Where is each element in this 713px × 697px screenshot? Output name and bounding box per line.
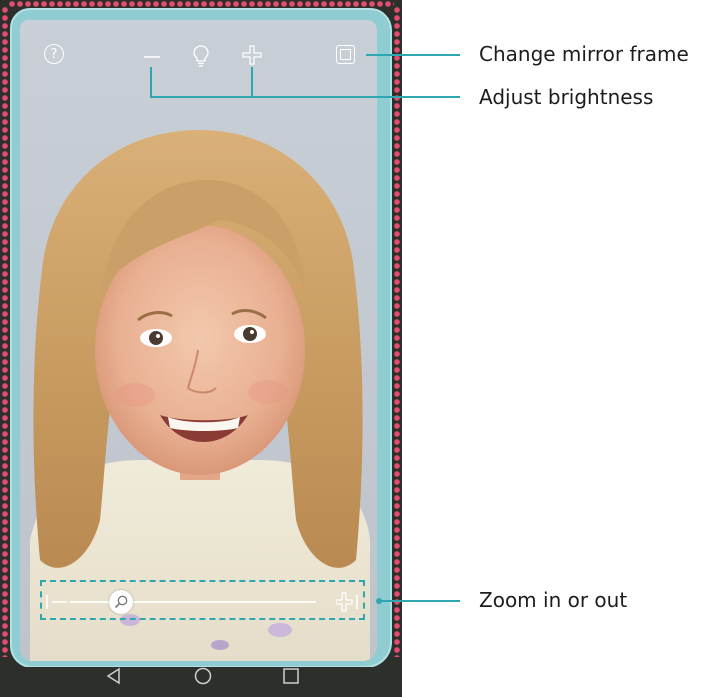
callout-line-brightness-right	[251, 67, 253, 98]
zoom-slider-track[interactable]	[70, 601, 316, 603]
callout-line-zoom	[379, 600, 460, 602]
mirror-view	[20, 20, 377, 661]
callout-line-brightness	[150, 96, 460, 98]
recent-square-icon	[283, 668, 299, 684]
callout-adjust-brightness: Adjust brightness	[479, 85, 654, 109]
zoom-highlight-box	[40, 580, 365, 620]
frame-dots-right	[393, 6, 401, 657]
mirror-reflection	[30, 129, 370, 661]
brightness-decrease-button[interactable]	[142, 46, 162, 66]
zoom-slider-knob[interactable]	[109, 590, 133, 614]
home-circle-icon	[194, 667, 212, 685]
help-button[interactable]: ?	[44, 44, 64, 64]
zoom-out-button[interactable]	[46, 591, 68, 613]
zoom-plus-icon	[336, 592, 358, 612]
question-circle-icon: ?	[50, 46, 58, 62]
callout-zoom: Zoom in or out	[479, 588, 628, 612]
callout-line-frame	[366, 54, 460, 56]
change-frame-button[interactable]	[336, 45, 355, 64]
frame-dots-top	[8, 0, 394, 8]
frame-dots-left	[1, 6, 9, 657]
back-triangle-icon	[106, 667, 120, 685]
plus-icon	[242, 45, 262, 65]
zoom-minus-icon	[46, 595, 67, 609]
nav-recent-button[interactable]	[281, 666, 301, 686]
phone-screen: ?	[0, 0, 402, 697]
brightness-indicator	[192, 44, 210, 68]
minus-icon	[144, 56, 160, 58]
callout-line-brightness-left	[150, 67, 152, 98]
lightbulb-icon	[193, 45, 209, 67]
callout-change-frame: Change mirror frame	[479, 42, 689, 66]
nav-home-button[interactable]	[193, 666, 213, 686]
nav-back-button[interactable]	[104, 666, 124, 686]
zoom-in-button[interactable]	[336, 591, 358, 613]
magnifier-icon	[114, 595, 128, 609]
brightness-increase-button[interactable]	[241, 44, 263, 66]
